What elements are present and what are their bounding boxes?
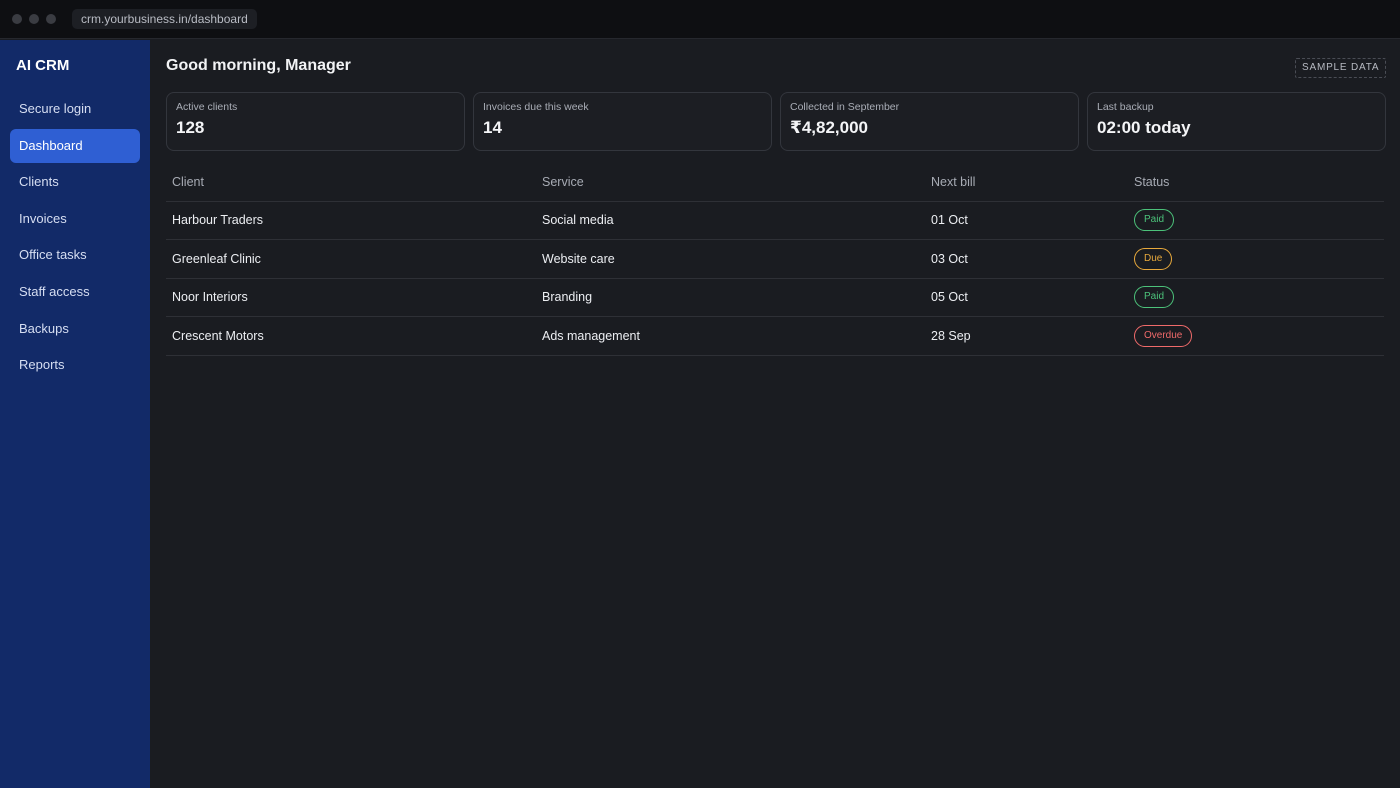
cell-service: Ads management xyxy=(536,316,925,356)
sidebar-item-secure-login[interactable]: Secure login xyxy=(10,92,140,126)
sample-data-badge: SAMPLE DATA xyxy=(1295,58,1387,78)
sidebar-item-dashboard[interactable]: Dashboard xyxy=(10,128,140,163)
status-badge: Paid xyxy=(1134,286,1175,309)
cell-next-bill: 28 Sep xyxy=(925,316,1128,356)
stat-value: 14 xyxy=(483,118,502,137)
minimize-window-dot-icon[interactable] xyxy=(29,14,39,24)
cell-status: Paid xyxy=(1128,201,1384,240)
sidebar-item-reports[interactable]: Reports xyxy=(10,348,140,382)
cell-client: Harbour Traders xyxy=(166,201,536,240)
stat-value: 128 xyxy=(176,118,205,137)
brand-logo: AI CRM xyxy=(16,57,70,74)
stat-card-active-clients: Active clients 128 xyxy=(166,92,465,151)
sidebar-item-backups[interactable]: Backups xyxy=(10,312,140,346)
sidebar-item-invoices[interactable]: Invoices xyxy=(10,202,140,236)
stat-label: Invoices due this week xyxy=(483,101,589,113)
stat-value: ₹4,82,000 xyxy=(790,118,869,137)
table-row[interactable]: Crescent Motors Ads management 28 Sep Ov… xyxy=(166,316,1384,356)
stat-label: Active clients xyxy=(176,101,238,113)
sidebar-item-staff-access[interactable]: Staff access xyxy=(10,275,140,309)
cell-client: Greenleaf Clinic xyxy=(166,239,536,279)
stat-card-last-backup: Last backup 02:00 today xyxy=(1087,92,1386,151)
cell-status: Overdue xyxy=(1128,316,1384,356)
cell-service: Website care xyxy=(536,239,925,279)
cell-service: Social media xyxy=(536,201,925,240)
cell-client: Noor Interiors xyxy=(166,278,536,317)
stats-row: Active clients 128 Invoices due this wee… xyxy=(166,92,1386,151)
stat-label: Collected in September xyxy=(790,101,900,113)
stat-card-collected: Collected in September ₹4,82,000 xyxy=(780,92,1079,151)
stat-value: 02:00 today xyxy=(1097,118,1191,137)
column-header-status[interactable]: Status xyxy=(1128,163,1384,202)
page-title: Good morning, Manager xyxy=(166,57,351,74)
sidebar-item-clients[interactable]: Clients xyxy=(10,165,140,199)
cell-next-bill: 01 Oct xyxy=(925,201,1128,240)
column-header-next-bill[interactable]: Next bill xyxy=(925,163,1128,202)
column-header-service[interactable]: Service xyxy=(536,163,925,202)
cell-next-bill: 05 Oct xyxy=(925,278,1128,317)
cell-next-bill: 03 Oct xyxy=(925,239,1128,279)
cell-status: Paid xyxy=(1128,278,1384,317)
table-header-row: Client Service Next bill Status xyxy=(166,163,1384,202)
stat-card-invoices-due: Invoices due this week 14 xyxy=(473,92,772,151)
cell-service: Branding xyxy=(536,278,925,317)
address-bar[interactable]: crm.yourbusiness.in/dashboard xyxy=(72,9,257,29)
maximize-window-dot-icon[interactable] xyxy=(46,14,56,24)
window-controls xyxy=(12,14,56,24)
table-row[interactable]: Harbour Traders Social media 01 Oct Paid xyxy=(166,201,1384,240)
sidebar: AI CRM Secure login Dashboard Clients In… xyxy=(0,40,150,788)
table-row[interactable]: Noor Interiors Branding 05 Oct Paid xyxy=(166,278,1384,317)
status-badge: Paid xyxy=(1134,209,1175,232)
clients-table: Client Service Next bill Status Harbour … xyxy=(166,163,1384,356)
main-content: Good morning, Manager SAMPLE DATA Active… xyxy=(150,40,1400,788)
sidebar-item-office-tasks[interactable]: Office tasks xyxy=(10,238,140,272)
cell-status: Due xyxy=(1128,239,1384,279)
status-badge: Due xyxy=(1134,247,1173,270)
browser-bar: crm.yourbusiness.in/dashboard xyxy=(0,0,1400,39)
status-badge: Overdue xyxy=(1134,324,1193,347)
column-header-client[interactable]: Client xyxy=(166,163,536,202)
close-window-dot-icon[interactable] xyxy=(12,14,22,24)
table-row[interactable]: Greenleaf Clinic Website care 03 Oct Due xyxy=(166,239,1384,279)
cell-client: Crescent Motors xyxy=(166,316,536,356)
sidebar-nav: Secure login Dashboard Clients Invoices … xyxy=(10,92,140,385)
stat-label: Last backup xyxy=(1097,101,1154,113)
